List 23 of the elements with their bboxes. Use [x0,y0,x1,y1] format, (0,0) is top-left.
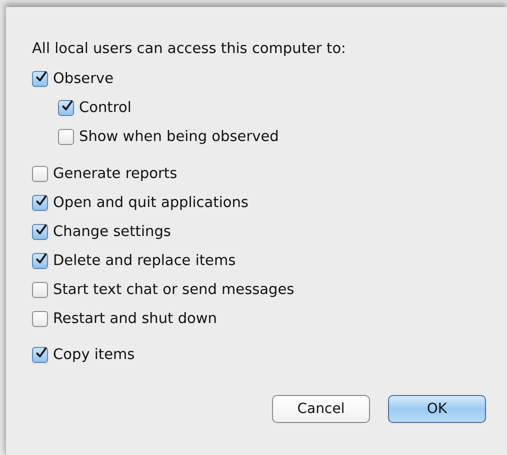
checkbox-label[interactable]: Show when being observed [79,128,279,144]
checkbox[interactable] [32,166,48,182]
checkbox-label[interactable]: Copy items [53,346,135,362]
checkbox[interactable] [32,346,48,362]
checkbox-label[interactable]: Control [79,100,132,116]
ok-button[interactable]: OK [388,395,486,423]
checkbox[interactable] [58,100,74,116]
checkbox-label[interactable]: Start text chat or send messages [53,282,294,298]
checkbox-label[interactable]: Restart and shut down [53,310,217,326]
checkbox[interactable] [32,224,48,240]
cancel-button[interactable]: Cancel [272,395,370,423]
checkbox[interactable] [32,252,48,268]
checkbox-label[interactable]: Observe [53,70,114,86]
checkbox[interactable] [32,310,48,326]
heading-text: All local users can access this computer to: [32,41,347,57]
checkbox-label[interactable]: Generate reports [53,166,178,182]
checkbox-label[interactable]: Open and quit applications [53,194,248,210]
checkbox[interactable] [32,70,48,86]
checkbox-label[interactable]: Delete and replace items [53,252,236,268]
checkbox[interactable] [58,128,74,144]
checkbox-label[interactable]: Change settings [53,224,171,240]
checkbox[interactable] [32,194,48,210]
checkbox[interactable] [32,282,48,298]
